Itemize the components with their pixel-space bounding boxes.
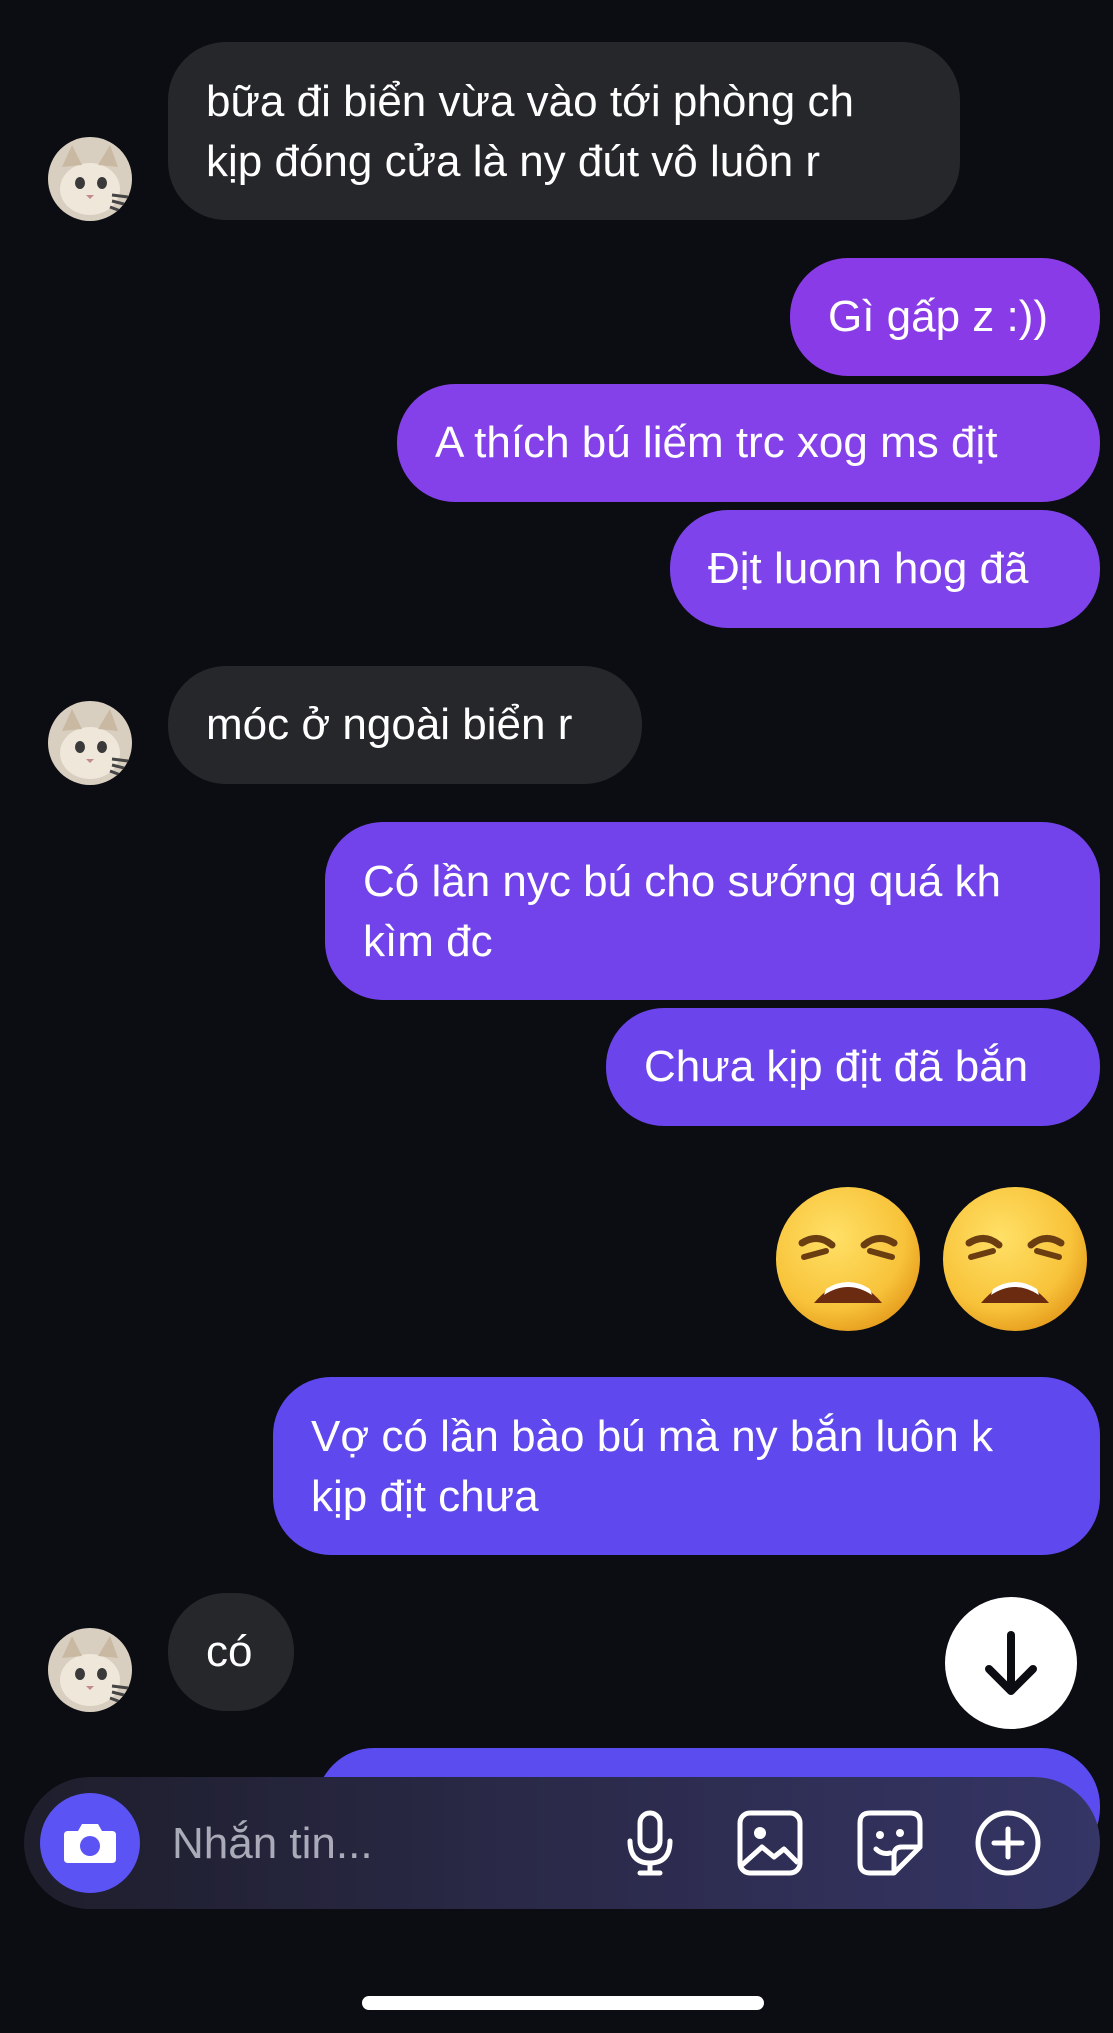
message-text: Địt luonn hog đã: [708, 544, 1029, 593]
received-message[interactable]: móc ở ngoài biển r: [168, 666, 642, 784]
message-text: Vợ có lần bào bú mà ny bắn luôn k: [311, 1412, 993, 1461]
scroll-to-bottom-button[interactable]: [945, 1597, 1077, 1729]
sticker-icon: [857, 1810, 923, 1876]
sent-message[interactable]: Gì gấp z :)): [790, 258, 1100, 376]
sent-message[interactable]: Có lần nyc bú cho sướng quá kh kìm đc: [325, 822, 1100, 1000]
message-text: kịp địt chưa: [311, 1472, 539, 1521]
message-text: móc ở ngoài biển r: [206, 700, 573, 749]
contact-avatar[interactable]: [48, 137, 132, 221]
camera-button[interactable]: [40, 1793, 140, 1893]
camera-icon: [64, 1824, 116, 1863]
message-text: A thích bú liếm trc xog ms địt: [435, 418, 998, 467]
sent-message[interactable]: Địt luonn hog đã: [670, 510, 1100, 628]
message-text: có: [206, 1627, 253, 1676]
sent-message[interactable]: Vợ có lần bào bú mà ny bắn luôn k kịp đị…: [273, 1377, 1100, 1555]
weary-face-emoji[interactable]: [941, 1185, 1089, 1333]
message-text: kịp đóng cửa là ny đút vô luôn r: [206, 137, 821, 186]
message-input[interactable]: [170, 1813, 594, 1875]
received-message[interactable]: có: [168, 1593, 294, 1711]
sent-message[interactable]: Chưa kịp địt đã bắn: [606, 1008, 1100, 1126]
plus-icon: [975, 1810, 1041, 1876]
received-message[interactable]: bữa đi biển vừa vào tới phòng ch kịp đón…: [168, 42, 960, 220]
message-text: kìm đc: [363, 917, 493, 966]
sticker-button[interactable]: [850, 1803, 930, 1883]
message-composer: [24, 1777, 1100, 1909]
contact-avatar[interactable]: [48, 1628, 132, 1712]
arrow-down-icon: [985, 1631, 1037, 1695]
image-icon: [737, 1810, 803, 1876]
more-options-button[interactable]: [968, 1803, 1048, 1883]
microphone-icon: [627, 1810, 673, 1876]
sent-message[interactable]: A thích bú liếm trc xog ms địt: [397, 384, 1100, 502]
message-text: bữa đi biển vừa vào tới phòng ch: [206, 77, 854, 126]
message-text: Chưa kịp địt đã bắn: [644, 1042, 1029, 1091]
home-indicator[interactable]: [362, 1996, 764, 2010]
contact-avatar[interactable]: [48, 701, 132, 785]
message-text: Có lần nyc bú cho sướng quá kh: [363, 857, 1002, 906]
weary-face-emoji[interactable]: [774, 1185, 922, 1333]
message-text: Gì gấp z :)): [828, 292, 1049, 341]
gallery-button[interactable]: [730, 1803, 810, 1883]
microphone-button[interactable]: [610, 1803, 690, 1883]
